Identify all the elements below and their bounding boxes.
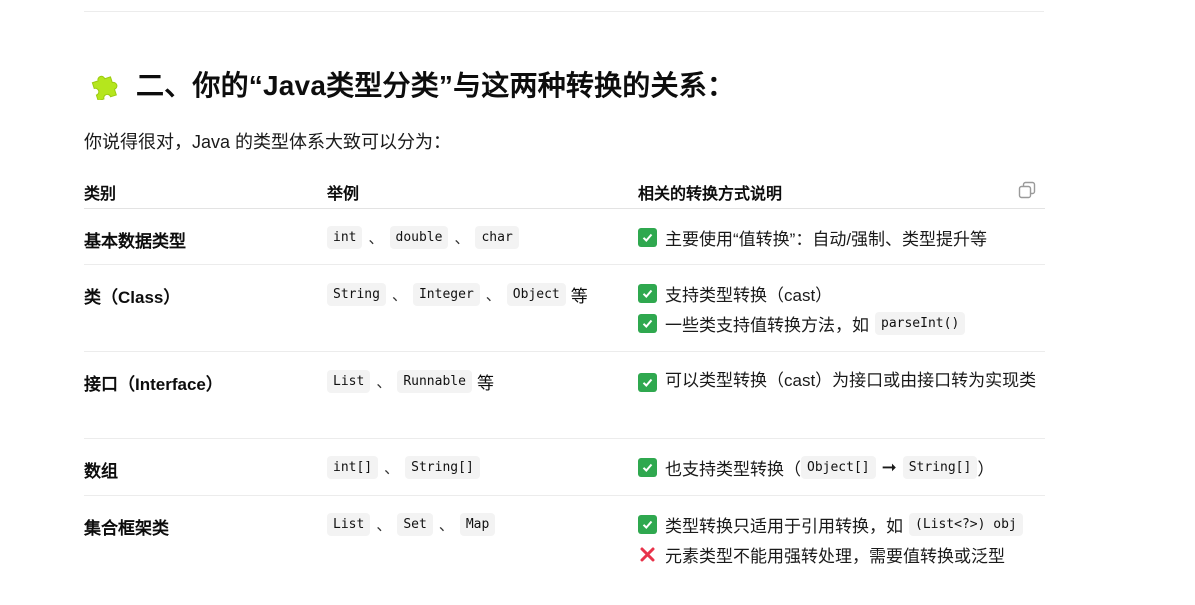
etc-text: 等 [570,287,588,306]
header-examples: 举例 [327,186,360,203]
note-text: 类型转换只适用于引用转换，如 [665,516,903,536]
row-notes: 支持类型转换（cast） 一些类支持值转换方法，如 parseInt() [638,278,1038,338]
code-chip: List [327,513,371,536]
row-category: 接口（Interface） [84,375,223,394]
code-chip: Runnable [397,370,472,393]
header-category: 类别 [84,186,117,203]
check-icon [638,514,657,534]
code-chip: char [475,226,519,249]
separator: 、 [454,230,470,247]
code-chip: (List<?>) obj [909,512,1023,536]
header-notes: 相关的转换方式说明 [638,186,783,203]
row-examples: int 、 double 、 char [327,226,519,249]
table-header: 类别 举例 相关的转换方式说明 [84,170,1045,209]
intro-text: 你说得很对，Java 的类型体系大致可以分为： [84,132,452,152]
etc-text: 等 [476,374,494,393]
code-chip: Object [506,283,566,306]
table-row: 数组 int[] 、 String[] 也支持类型转换（ Object[] ➞ … [84,439,1045,496]
separator: 、 [376,517,392,534]
note-close: ） [977,459,995,479]
code-chip: parseInt() [875,311,966,335]
separator: 、 [485,287,501,304]
code-chip: List [327,370,371,393]
row-category: 数组 [84,462,118,481]
section-heading: 二、你的“Java类型分类”与这两种转换的关系： [88,62,735,106]
table-row: 基本数据类型 int 、 double 、 char 主要使用“值转换”：自动/… [84,209,1045,265]
type-conversion-table: 类别 举例 相关的转换方式说明 基本数据类型 int 、 double 、 ch… [84,170,1045,586]
row-examples: String 、 Integer 、 Object 等 [327,282,588,307]
note-text: 主要使用“值转换”：自动/强制、类型提升等 [665,229,988,249]
note-text: 可以类型转换（cast）为接口或由接口转为实现类 [665,371,1037,390]
note-text: 支持类型转换（cast） [665,285,833,305]
note-text: 一些类支持值转换方法，如 [665,315,869,335]
table-row: 接口（Interface） List 、 Runnable 等 可以类型转换（c… [84,352,1045,439]
copy-table-icon[interactable] [1017,180,1037,200]
table-row: 集合框架类 List 、 Set 、 Map 类型转换只适用于引用转换，如 (L… [84,496,1045,586]
separator: 、 [391,287,407,304]
row-notes: 也支持类型转换（ Object[] ➞ String[] ） [638,452,1038,482]
code-chip: Set [397,513,433,536]
check-icon [638,283,657,303]
row-examples: List 、 Set 、 Map [327,513,496,536]
check-icon [638,227,657,247]
check-icon [638,313,657,333]
note-text: 元素类型不能用强转处理，需要值转换或泛型 [665,546,1005,566]
code-chip: int[] [327,456,379,479]
top-divider [84,11,1044,12]
row-category: 基本数据类型 [84,232,186,251]
row-category: 类（Class） [84,288,181,307]
code-chip: Object[] [801,455,876,479]
check-icon [638,373,657,392]
row-notes: 类型转换只适用于引用转换，如 (List<?>) obj 元素类型不能用强转处理… [638,509,1038,569]
separator: 、 [438,517,454,534]
note-text: 也支持类型转换（ [665,459,801,479]
code-chip: Map [459,513,496,536]
code-chip: String [327,283,386,306]
row-notes: 主要使用“值转换”：自动/强制、类型提升等 [638,222,1038,252]
row-notes: 可以类型转换（cast）为接口或由接口转为实现类 [638,366,1038,396]
cross-icon [638,545,657,564]
code-chip: Integer [412,283,480,306]
code-chip: int [327,226,363,249]
row-category: 集合框架类 [84,519,169,538]
puzzle-icon [88,67,122,101]
section-title: 二、你的“Java类型分类”与这两种转换的关系： [136,70,736,101]
separator: 、 [368,230,384,247]
table-row: 类（Class） String 、 Integer 、 Object 等 支持类… [84,265,1045,352]
arrow-icon: ➞ [881,456,897,477]
code-chip: String[] [902,455,978,479]
row-examples: List 、 Runnable 等 [327,369,494,394]
row-examples: int[] 、 String[] [327,456,480,479]
separator: 、 [384,460,400,477]
code-chip: double [389,226,449,249]
check-icon [638,457,657,477]
separator: 、 [376,374,392,391]
code-chip: String[] [405,456,480,479]
